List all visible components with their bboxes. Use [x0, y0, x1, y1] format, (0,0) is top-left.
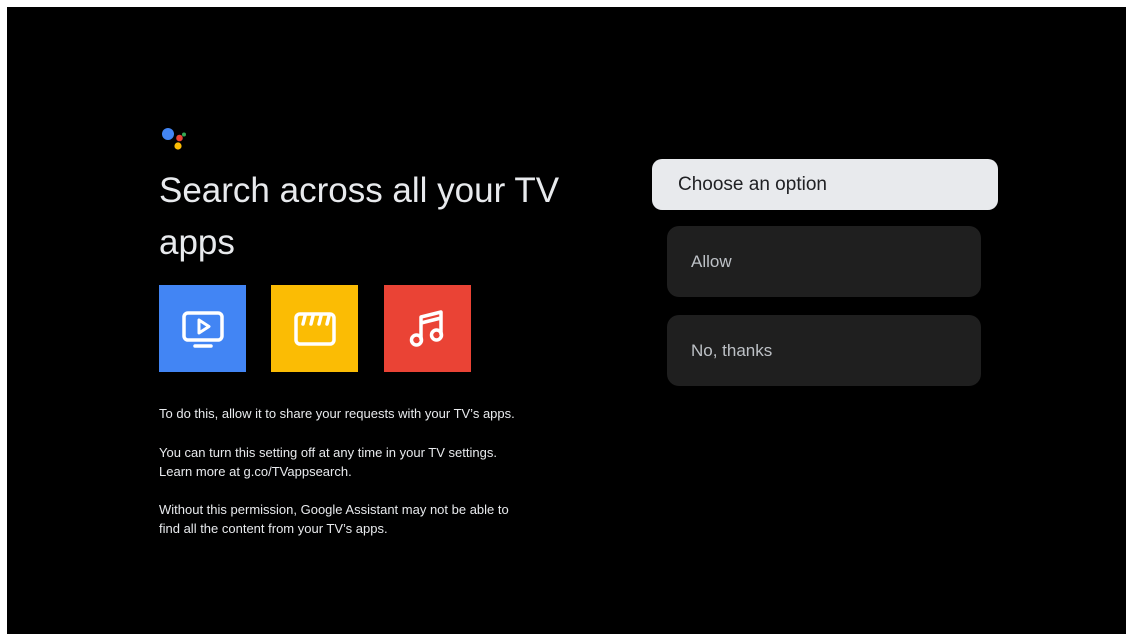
clapperboard-icon — [293, 311, 336, 346]
allow-button[interactable]: Allow — [667, 226, 981, 297]
tile-movies — [271, 285, 358, 372]
tile-video — [159, 285, 246, 372]
page-title: Search across all your TV apps — [159, 171, 560, 262]
music-note-icon — [409, 309, 443, 347]
google-assistant-icon — [162, 128, 186, 150]
description-permission-line-2: find all the content from your TV’s apps… — [159, 521, 388, 536]
description-settings-line-1: You can turn this setting off at any tim… — [159, 445, 497, 460]
tv-screen: Search across all your TV apps To do thi… — [7, 7, 1126, 634]
description-learn-more: Learn more at g.co/TVappsearch. — [159, 464, 352, 479]
tile-music — [384, 285, 471, 372]
description-share: To do this, allow it to share your reque… — [159, 406, 515, 421]
description-settings: You can turn this setting off at any tim… — [159, 443, 579, 481]
description-permission-line-1: Without this permission, Google Assistan… — [159, 502, 509, 517]
choose-option-header: Choose an option — [652, 159, 998, 210]
tv-play-icon — [181, 310, 224, 348]
no-thanks-button[interactable]: No, thanks — [667, 315, 981, 386]
description-permission: Without this permission, Google Assistan… — [159, 500, 579, 538]
